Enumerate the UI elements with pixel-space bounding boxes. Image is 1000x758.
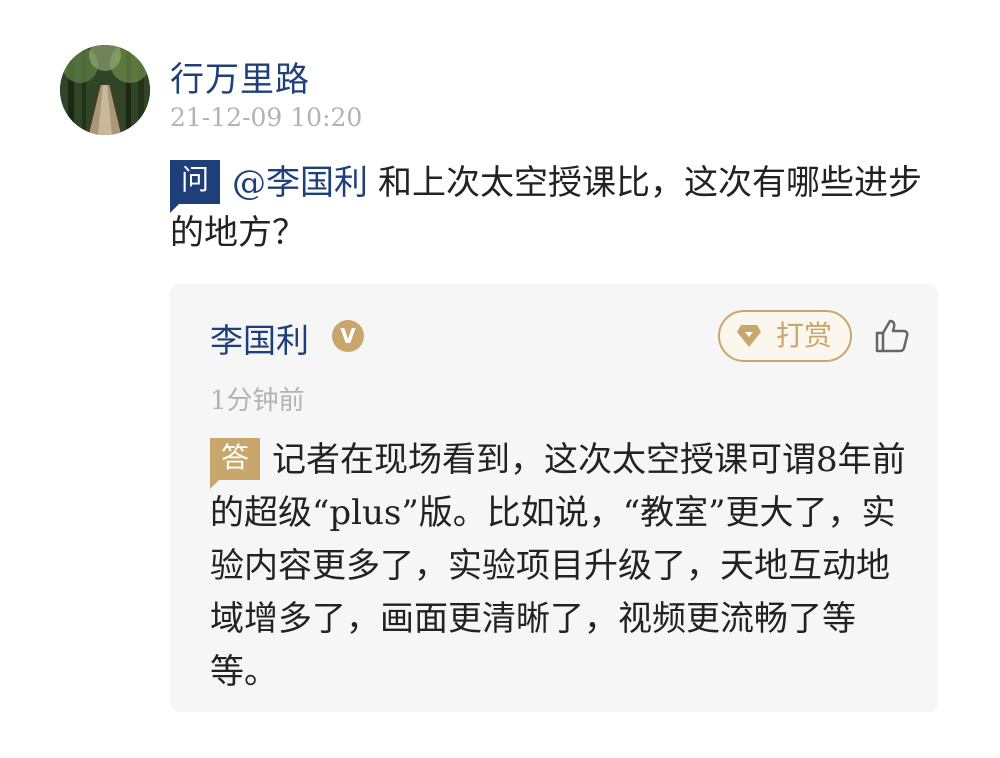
answer-time: 1分钟前 <box>210 386 305 416</box>
answer-content: 答记者在现场看到，这次太空授课可谓8年前的超级“plus”版。比如说，“教室”更… <box>210 434 910 699</box>
answer-text: 记者在现场看到，这次太空授课可谓8年前的超级“plus”版。比如说，“教室”更大… <box>210 440 906 692</box>
question-timestamp: 21-12-09 10:20 <box>170 103 363 132</box>
question-author-name[interactable]: 行万里路 <box>170 52 310 101</box>
answer-card: 李国利 V 打赏 1分钟前 答记者在现场看到，这次太空授课可谓8年前的超级“pl… <box>170 284 938 712</box>
user-avatar[interactable] <box>60 45 150 135</box>
reward-label: 打赏 <box>776 319 833 352</box>
question-badge: 问 <box>170 160 220 213</box>
gem-icon <box>737 325 761 347</box>
answer-author-name[interactable]: 李国利 <box>210 314 309 362</box>
thumbs-up-icon[interactable] <box>873 317 911 355</box>
mention-link[interactable]: @李国利 <box>232 163 368 203</box>
answer-badge: 答 <box>210 438 260 489</box>
verified-badge-icon: V <box>332 320 364 352</box>
reward-button[interactable]: 打赏 <box>718 310 852 362</box>
question-content: 问 @李国利 和上次太空授课比，这次有哪些进步的地方？ <box>170 158 950 258</box>
